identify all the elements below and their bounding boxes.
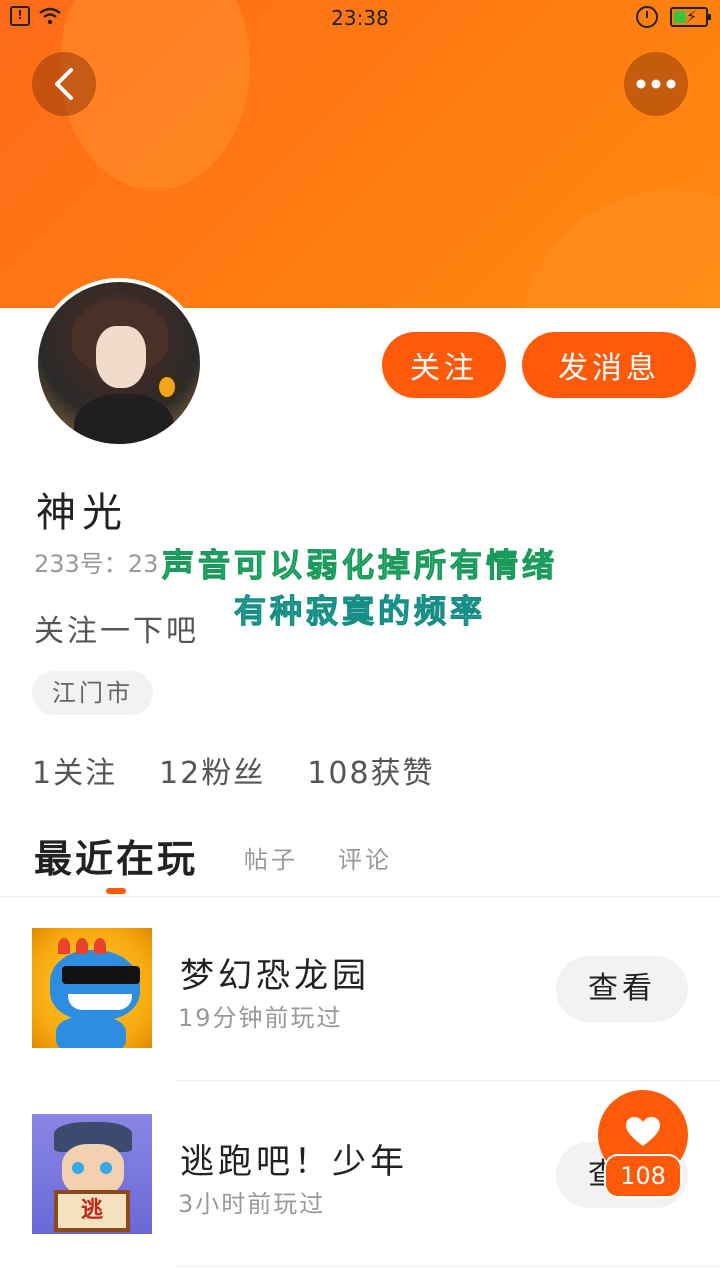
divider xyxy=(176,1266,720,1267)
divider xyxy=(176,1080,720,1081)
overlay-lyric-line: 声音可以弱化掉所有情绪 xyxy=(161,546,558,585)
likes-count: 108获赞 xyxy=(307,756,435,791)
game-title: 逃跑吧！少年 xyxy=(180,1142,408,1182)
game-played-time: 3小时前玩过 xyxy=(178,1190,326,1218)
divider xyxy=(0,896,720,897)
tab-comments[interactable]: 评论 xyxy=(338,840,392,875)
like-count-badge: 108 xyxy=(604,1154,682,1198)
status-time: 23:38 xyxy=(331,6,389,30)
overlay-lyric-line: 有种寂寞的频率 xyxy=(233,592,486,631)
runner-game-icon: 逃 xyxy=(32,1114,152,1234)
send-message-button[interactable]: 发消息 xyxy=(522,332,696,398)
profile-stats: 1关注 12粉丝 108获赞 xyxy=(32,748,435,792)
profile-header-banner xyxy=(0,0,720,308)
follow-button[interactable]: 关注 xyxy=(382,332,506,398)
status-right: ⚡ xyxy=(636,6,711,28)
profile-name: 神光 xyxy=(36,490,128,536)
back-button[interactable] xyxy=(32,52,96,116)
fans-count[interactable]: 12粉丝 xyxy=(159,748,265,792)
tab-recently-played[interactable]: 最近在玩 xyxy=(34,828,198,883)
profile-tabs: 最近在玩 帖子 评论 xyxy=(34,824,714,884)
active-tab-indicator xyxy=(106,888,126,894)
battery-charging-icon: ⚡ xyxy=(670,7,711,27)
avatar[interactable] xyxy=(34,278,204,448)
back-arrow-icon xyxy=(55,68,73,100)
dinosaur-game-icon xyxy=(32,928,152,1048)
banner-decoration xyxy=(520,190,720,308)
alarm-icon xyxy=(636,6,658,28)
following-count[interactable]: 1关注 xyxy=(32,748,117,792)
status-bar: ! 23:38 ⚡ xyxy=(0,0,720,36)
more-dots-icon xyxy=(636,79,676,89)
location-tag: 江门市 xyxy=(32,671,153,715)
list-item[interactable]: 梦幻恐龙园 19分钟前玩过 查看 xyxy=(0,928,720,1068)
game-played-time: 19分钟前玩过 xyxy=(178,1004,343,1032)
view-button[interactable]: 查看 xyxy=(556,956,688,1022)
tab-posts[interactable]: 帖子 xyxy=(244,840,298,875)
game-title: 梦幻恐龙园 xyxy=(180,956,370,996)
heart-icon xyxy=(626,1117,660,1146)
more-button[interactable] xyxy=(624,52,688,116)
